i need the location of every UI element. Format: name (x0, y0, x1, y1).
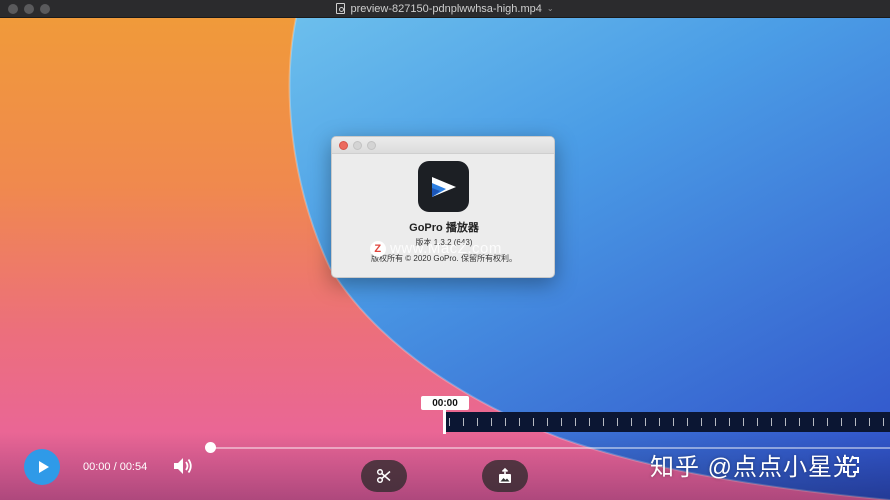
volume-icon[interactable] (172, 456, 194, 481)
about-zoom-button (367, 141, 376, 150)
play-button[interactable] (24, 449, 60, 485)
time-display: 00:00 / 00:54 (83, 461, 148, 473)
trim-start-handle[interactable] (443, 410, 446, 434)
progress-scrubber[interactable] (205, 442, 216, 453)
about-minimize-button (353, 141, 362, 150)
watermark-badge: Z (370, 240, 386, 257)
watermark: Z www.MacZ.com (370, 240, 502, 257)
chevron-down-icon[interactable]: ⌄ (547, 4, 554, 13)
video-file-icon (336, 3, 346, 14)
about-dialog: GoPro 播放器 版本 1.3.2 (643) 版权所有 © 2020 GoP… (331, 136, 555, 278)
minimize-window-button[interactable] (24, 4, 34, 14)
watermark-text: www.MacZ.com (390, 240, 502, 257)
window-title: preview-827150-pdnplwwhsa-high.mp4 (350, 2, 542, 15)
overlay-watermark: 知乎 @点点小星光 (650, 454, 859, 481)
close-window-button[interactable] (8, 4, 18, 14)
window-title-group[interactable]: preview-827150-pdnplwwhsa-high.mp4 ⌄ (336, 2, 554, 15)
scissors-icon (376, 468, 391, 484)
title-bar: preview-827150-pdnplwwhsa-high.mp4 ⌄ (0, 0, 890, 18)
timeline-ticks (449, 418, 890, 426)
window-controls (8, 4, 50, 14)
trim-button[interactable] (361, 460, 407, 492)
about-close-button[interactable] (339, 141, 348, 150)
gopro-player-icon (418, 161, 469, 212)
frame-grab-icon (499, 468, 511, 483)
fullscreen-icon[interactable] (842, 456, 860, 479)
trim-time-tooltip: 00:00 (421, 396, 469, 410)
trim-timeline[interactable] (443, 412, 890, 432)
about-titlebar (332, 137, 554, 154)
app-name: GoPro 播放器 (409, 222, 479, 234)
play-icon (38, 461, 49, 473)
frame-grab-button[interactable] (482, 460, 528, 492)
maximize-window-button[interactable] (40, 4, 50, 14)
